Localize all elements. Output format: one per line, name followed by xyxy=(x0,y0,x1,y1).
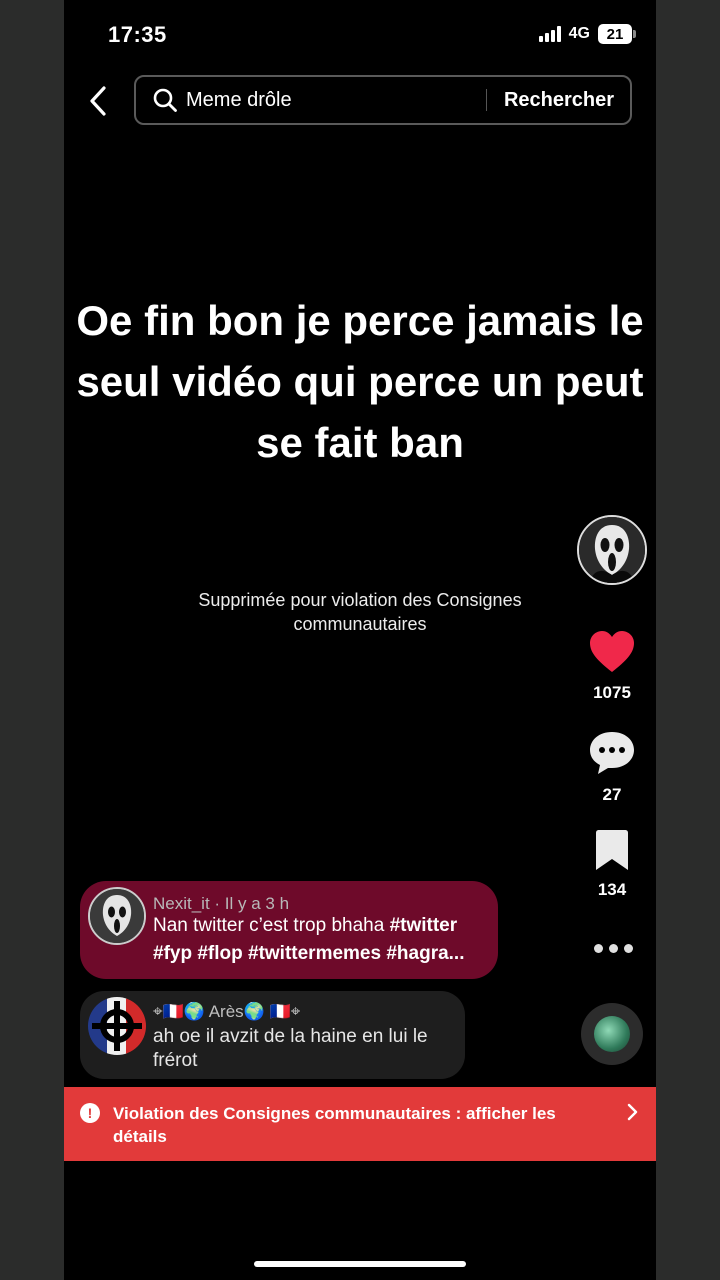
comment-bubble[interactable]: ⌖🇫🇷🌍 Arès🌍 🇫🇷⌖ ah oe il avzit de la hain… xyxy=(80,991,465,1079)
right-margin xyxy=(656,0,720,1280)
save-count: 134 xyxy=(597,880,627,899)
comment-button[interactable]: 27 xyxy=(574,730,650,805)
meta-separator: · xyxy=(209,894,225,913)
commenter-avatar[interactable] xyxy=(88,997,146,1055)
network-type: 4G xyxy=(568,25,590,42)
chevron-right-icon xyxy=(627,1103,638,1121)
comment-author: Nexit_it xyxy=(153,894,210,913)
search-icon xyxy=(153,88,177,112)
creator-avatar[interactable] xyxy=(577,515,647,585)
violation-banner[interactable]: ! Violation des Consignes communautaires… xyxy=(64,1087,656,1161)
comment-header: Nexit_it · Il y a 3 h xyxy=(153,894,289,914)
comment-author: ⌖🇫🇷🌍 Arès🌍 🇫🇷⌖ xyxy=(153,1002,301,1021)
chevron-left-icon xyxy=(90,86,106,116)
battery-level: 21 xyxy=(606,25,624,43)
battery-icon: 21 xyxy=(598,24,636,44)
music-cover-icon xyxy=(594,1016,630,1052)
more-options-icon[interactable] xyxy=(594,944,633,953)
violation-text: Violation des Consignes communautaires :… xyxy=(113,1104,556,1146)
left-margin xyxy=(0,0,64,1280)
save-button[interactable]: 134 xyxy=(574,829,650,900)
search-submit-button[interactable]: Rechercher xyxy=(487,89,630,112)
celtic-cross-avatar-icon xyxy=(88,997,146,1055)
search-bar[interactable]: Meme drôle Rechercher xyxy=(134,75,632,125)
comment-text: ah oe il avzit de la haine en lui le fré… xyxy=(153,1026,428,1071)
removed-notice: Supprimée pour violation des Consignes c… xyxy=(198,590,522,634)
comment-time: Il y a 3 h xyxy=(224,894,290,913)
ghostface-avatar-icon xyxy=(90,889,144,943)
bookmark-icon xyxy=(596,830,628,870)
home-indicator[interactable] xyxy=(254,1261,466,1267)
search-input[interactable]: Meme drôle xyxy=(186,89,486,112)
commenter-avatar[interactable] xyxy=(88,887,146,945)
like-count: 1075 xyxy=(593,683,631,702)
hashtag[interactable]: #twitter xyxy=(390,915,458,936)
phone-screen: 17:35 4G 21 Meme drôle Rechercher Oe fin… xyxy=(64,0,656,1280)
video-caption: Oe fin bon je perce jamais le seul vidéo… xyxy=(76,297,644,466)
hashtags[interactable]: #fyp #flop #twittermemes #hagra... xyxy=(153,943,465,964)
heart-icon xyxy=(590,631,634,672)
status-time: 17:35 xyxy=(108,22,167,47)
comment-body: Nan twitter c’est trop bhaha xyxy=(153,915,390,936)
back-button[interactable] xyxy=(84,84,114,118)
comment-bubble-icon xyxy=(590,732,634,774)
comment-count: 27 xyxy=(602,785,622,804)
signal-icon xyxy=(538,26,561,42)
comment-bubble[interactable]: Nexit_it · Il y a 3 h Nan twitter c’est … xyxy=(80,881,498,979)
status-icons: 4G 21 xyxy=(538,24,636,44)
music-disc[interactable] xyxy=(581,1003,643,1065)
ghostface-avatar-icon xyxy=(579,517,645,583)
alert-icon: ! xyxy=(80,1103,100,1123)
like-button[interactable]: 1075 xyxy=(574,630,650,703)
comment-text: Nan twitter c’est trop bhaha #twitter #f… xyxy=(153,912,483,968)
